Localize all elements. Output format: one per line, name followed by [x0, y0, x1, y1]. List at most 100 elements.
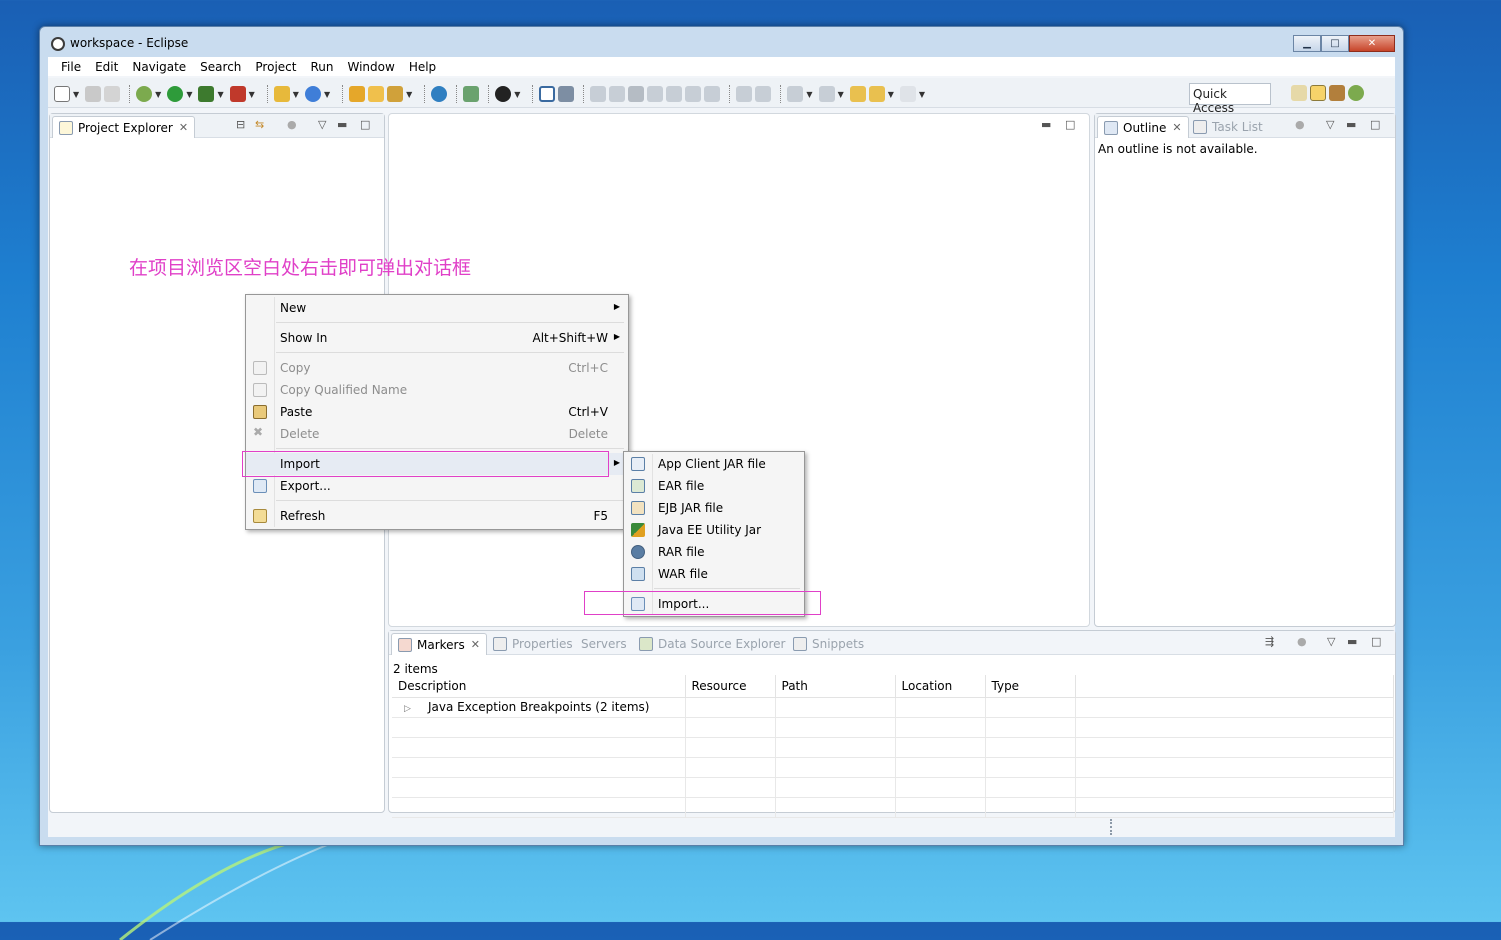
submenu-item-war-file[interactable]: WAR file — [624, 563, 804, 585]
chevron-down-icon[interactable]: ▼ — [919, 90, 925, 99]
focus-icon[interactable]: ● — [287, 118, 297, 131]
java-ee-perspective-icon[interactable] — [1310, 85, 1326, 101]
title-bar[interactable]: workspace - Eclipse ▁ □ ✕ — [40, 27, 1403, 57]
table-row[interactable]: ▷ Java Exception Breakpoints (2 items) — [392, 697, 1394, 718]
maximize-view-icon[interactable]: □ — [1370, 118, 1380, 131]
tab-markers[interactable]: Markers ✕ — [391, 633, 487, 655]
debug-perspective-icon[interactable] — [1348, 85, 1364, 101]
menu-navigate[interactable]: Navigate — [125, 60, 193, 74]
tab-data-source-explorer[interactable]: Data Source Explorer — [633, 633, 791, 655]
menu-item-refresh[interactable]: Refresh F5 — [246, 505, 628, 527]
close-icon[interactable]: ✕ — [179, 121, 188, 134]
maximize-view-icon[interactable]: □ — [1371, 635, 1381, 648]
debug-icon[interactable] — [136, 86, 153, 102]
focus-icon[interactable]: ● — [1297, 635, 1307, 648]
open-folder-icon[interactable] — [368, 86, 385, 102]
quick-access-field[interactable]: Quick Access — [1189, 83, 1271, 115]
java-perspective-icon[interactable] — [1329, 85, 1345, 101]
maximize-button[interactable]: □ — [1321, 35, 1349, 52]
view-menu-icon[interactable]: ▽ — [318, 118, 326, 131]
search-icon[interactable] — [387, 86, 404, 102]
console-icon[interactable] — [539, 86, 556, 102]
chevron-down-icon[interactable]: ▼ — [186, 90, 192, 99]
step-return-icon[interactable] — [704, 86, 721, 102]
menu-item-copy-qualified-name[interactable]: Copy Qualified Name — [246, 379, 628, 401]
tab-snippets[interactable]: Snippets — [787, 633, 870, 655]
maximize-editor-icon[interactable]: □ — [1065, 118, 1075, 131]
new-class-icon[interactable] — [304, 86, 321, 102]
tab-outline[interactable]: Outline ✕ — [1097, 116, 1189, 138]
submenu-item-ejb-jar-file[interactable]: EJB JAR file — [624, 497, 804, 519]
column-path[interactable]: Path — [775, 675, 896, 698]
tab-properties[interactable]: Properties — [487, 633, 579, 655]
submenu-item-ear-file[interactable]: EAR file — [624, 475, 804, 497]
step-over-icon[interactable] — [685, 86, 702, 102]
close-icon[interactable]: ✕ — [1172, 121, 1181, 134]
save-icon[interactable] — [85, 86, 102, 102]
tab-task-list[interactable]: Task List — [1187, 116, 1269, 138]
column-location[interactable]: Location — [895, 675, 986, 698]
chevron-down-icon[interactable]: ▼ — [514, 90, 520, 99]
minimize-button[interactable]: ▁ — [1293, 35, 1321, 52]
chevron-down-icon[interactable]: ▼ — [73, 90, 79, 99]
terminate-icon[interactable] — [628, 86, 645, 102]
menu-file[interactable]: File — [54, 60, 88, 74]
step-into-icon[interactable] — [666, 86, 683, 102]
minimize-view-icon[interactable]: ▬ — [337, 118, 347, 131]
collapse-all-icon[interactable]: ⊟ — [236, 118, 245, 131]
chevron-down-icon[interactable]: ▼ — [406, 90, 412, 99]
menu-item-delete[interactable]: ✖ Delete Delete — [246, 423, 628, 445]
disconnect-icon[interactable] — [647, 86, 664, 102]
previous-annotation-icon[interactable] — [818, 86, 835, 102]
menu-edit[interactable]: Edit — [88, 60, 125, 74]
resume-icon[interactable] — [590, 86, 607, 102]
menu-run[interactable]: Run — [303, 60, 340, 74]
back-icon[interactable] — [868, 86, 885, 102]
globe-icon[interactable] — [431, 86, 448, 102]
minimize-view-icon[interactable]: ▬ — [1347, 635, 1357, 648]
open-type-icon[interactable] — [349, 86, 366, 102]
coverage-icon[interactable] — [198, 86, 215, 102]
maximize-view-icon[interactable]: □ — [360, 118, 370, 131]
new-project-icon[interactable] — [273, 86, 290, 102]
menu-window[interactable]: Window — [340, 60, 401, 74]
column-type[interactable]: Type — [985, 675, 1076, 698]
menu-item-copy[interactable]: Copy Ctrl+C — [246, 357, 628, 379]
run-icon[interactable] — [167, 86, 184, 102]
filters-icon[interactable]: ⇶ — [1265, 635, 1274, 648]
menu-search[interactable]: Search — [193, 60, 248, 74]
link-with-editor-icon[interactable]: ⇆ — [255, 118, 264, 131]
focus-icon[interactable]: ● — [1295, 118, 1305, 131]
toggle-mark-icon[interactable] — [755, 86, 772, 102]
new-icon[interactable] — [54, 86, 70, 102]
external-tools-icon[interactable] — [229, 86, 246, 102]
forward-icon[interactable] — [899, 86, 916, 102]
chevron-down-icon[interactable]: ▼ — [888, 90, 894, 99]
chevron-down-icon[interactable]: ▼ — [217, 90, 223, 99]
chevron-down-icon[interactable]: ▼ — [155, 90, 161, 99]
menu-project[interactable]: Project — [248, 60, 303, 74]
server-icon[interactable] — [463, 86, 480, 102]
chevron-down-icon[interactable]: ▼ — [293, 90, 299, 99]
menu-item-new[interactable]: New ▶ — [246, 297, 628, 319]
person-icon[interactable] — [495, 86, 512, 102]
suspend-icon[interactable] — [609, 86, 626, 102]
minimize-editor-icon[interactable]: ▬ — [1041, 118, 1051, 131]
tab-servers[interactable]: Servers — [575, 633, 633, 655]
next-annotation-icon[interactable] — [787, 86, 804, 102]
status-grip-icon[interactable] — [1110, 819, 1112, 835]
chevron-down-icon[interactable]: ▼ — [249, 90, 255, 99]
last-edit-icon[interactable] — [849, 86, 866, 102]
column-resource[interactable]: Resource — [685, 675, 776, 698]
menu-item-export[interactable]: Export... — [246, 475, 628, 497]
chevron-down-icon[interactable]: ▼ — [806, 90, 812, 99]
submenu-item-java-ee-utility-jar[interactable]: Java EE Utility Jar — [624, 519, 804, 541]
use-step-filters-icon[interactable] — [736, 86, 753, 102]
save-all-icon[interactable] — [104, 86, 121, 102]
expand-icon[interactable]: ▷ — [398, 704, 428, 714]
column-description[interactable]: Description — [392, 675, 686, 698]
minimize-view-icon[interactable]: ▬ — [1346, 118, 1356, 131]
chevron-down-icon[interactable]: ▼ — [324, 90, 330, 99]
close-button[interactable]: ✕ — [1349, 35, 1395, 52]
skip-breakpoints-icon[interactable] — [558, 86, 575, 102]
